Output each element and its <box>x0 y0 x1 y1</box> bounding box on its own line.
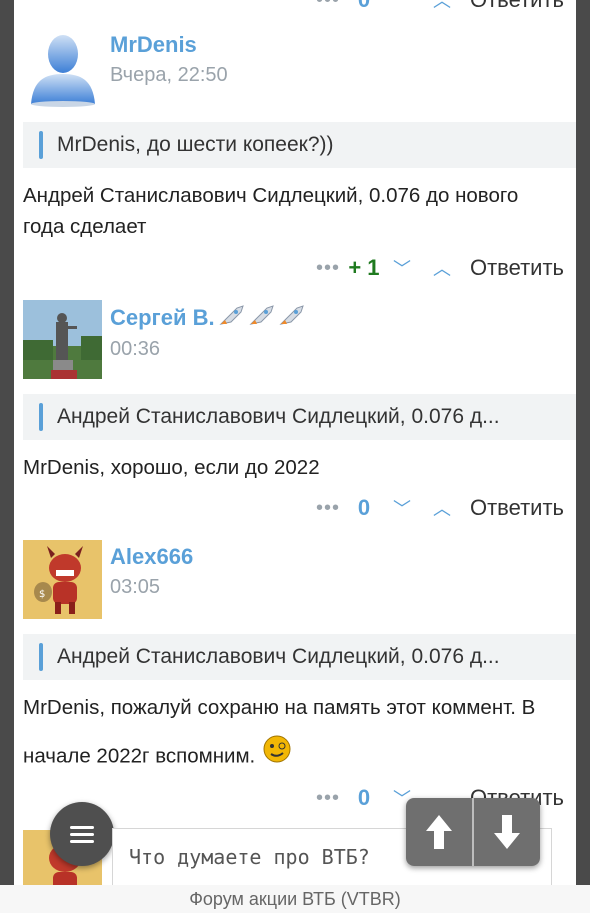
quote-bar <box>39 403 43 431</box>
comment-author: Сергей В. 00:36 <box>23 300 305 380</box>
comment-text: Андрей Станиславович Сидлецкий, 0.076 до… <box>23 184 519 238</box>
comment-text: MrDenis, хорошо, если до 2022 <box>23 456 320 479</box>
arrow-down-icon[interactable] <box>474 798 540 866</box>
author-name[interactable]: Alex666 <box>110 544 193 570</box>
author-name[interactable]: Сергей В. <box>110 304 305 332</box>
quote-bar <box>39 643 43 671</box>
arrow-up-icon[interactable] <box>406 798 474 866</box>
vote-count: + 1 <box>348 255 380 280</box>
chevron-down-icon[interactable]: ﹀ <box>382 255 422 281</box>
quote-block[interactable]: Андрей Станиславович Сидлецкий, 0.076 д.… <box>23 394 576 440</box>
comment-actions: ••• 0 ﹀ ︿ Ответить <box>310 0 576 18</box>
rocket-icon <box>279 304 305 332</box>
reply-button[interactable]: Ответить <box>462 0 576 13</box>
chevron-up-icon[interactable]: ︿ <box>422 255 462 281</box>
comment-time: 03:05 <box>110 576 161 598</box>
more-dots-icon[interactable]: ••• <box>310 787 346 810</box>
chevron-down-icon[interactable]: ﹀ <box>382 495 422 521</box>
avatar[interactable] <box>23 300 102 379</box>
quote-block[interactable]: MrDenis, до шести копеек?)) <box>23 122 576 168</box>
menu-button[interactable] <box>50 802 114 866</box>
vote-count: 0 <box>346 0 382 13</box>
quote-text: Андрей Станиславович Сидлецкий, 0.076 д.… <box>57 645 500 668</box>
quote-text: MrDenis, до шести копеек?)) <box>57 133 334 156</box>
vote-count: 0 <box>357 785 371 810</box>
comment-author: $ Alex666 03:05 <box>23 540 193 620</box>
comment-text: MrDenis, пожалуй сохраню на память этот … <box>23 684 562 782</box>
menu-icon <box>70 822 94 847</box>
comment-actions: ••• 0 ﹀ ︿ Ответить <box>310 490 576 526</box>
page-footer: Форум акции ВТБ (VTBR) <box>0 885 590 913</box>
reply-button[interactable]: Ответить <box>462 495 576 521</box>
rocket-icon <box>249 304 275 332</box>
chevron-down-icon[interactable]: ﹀ <box>382 0 422 13</box>
comment-author: MrDenis Вчера, 22:50 <box>23 28 228 108</box>
more-dots-icon[interactable]: ••• <box>310 497 346 520</box>
author-name[interactable]: MrDenis <box>110 32 228 58</box>
smiley-icon <box>261 732 293 782</box>
rocket-icon <box>219 304 245 332</box>
quote-bar <box>39 131 43 159</box>
chevron-up-icon[interactable]: ︿ <box>422 495 462 521</box>
avatar[interactable]: $ <box>23 540 102 619</box>
svg-text:$: $ <box>39 589 45 600</box>
comment-time: 00:36 <box>110 338 161 360</box>
avatar[interactable] <box>23 28 102 107</box>
comment-actions: ••• + 1 ﹀ ︿ Ответить <box>310 250 576 286</box>
more-dots-icon[interactable]: ••• <box>310 0 346 12</box>
author-name-text: Сергей В. <box>110 305 215 330</box>
more-dots-icon[interactable]: ••• <box>310 257 346 280</box>
chevron-up-icon[interactable]: ︿ <box>422 0 462 13</box>
scroll-buttons <box>406 798 540 866</box>
reply-button[interactable]: Ответить <box>462 255 576 281</box>
vote-count: 0 <box>357 495 371 520</box>
quote-text: Андрей Станиславович Сидлецкий, 0.076 д.… <box>57 405 500 428</box>
quote-block[interactable]: Андрей Станиславович Сидлецкий, 0.076 д.… <box>23 634 576 680</box>
comment-time: Вчера, 22:50 <box>110 64 228 86</box>
comments-page: ••• 0 ﹀ ︿ Ответить MrDenis Вчера, 22:50 … <box>14 0 576 913</box>
